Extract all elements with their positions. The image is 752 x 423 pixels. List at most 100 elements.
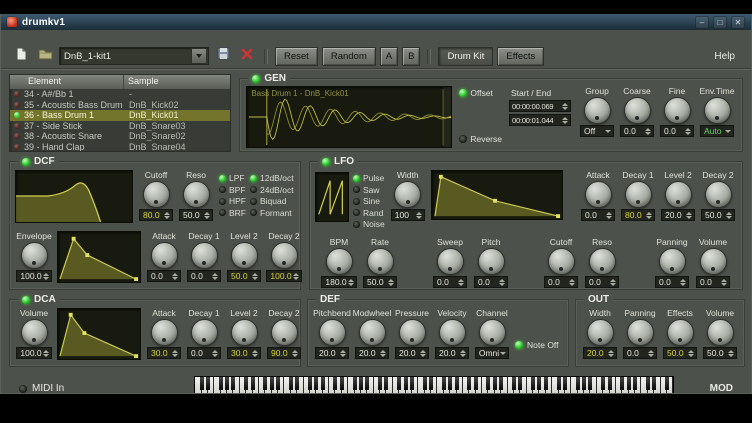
knob-dial[interactable] [394, 181, 421, 208]
radio-24db-oct[interactable]: 24dB/oct [250, 185, 294, 195]
value-spinbox[interactable]: 50.0 [179, 209, 213, 221]
piano-black-key[interactable] [231, 377, 235, 390]
piano-black-key[interactable] [646, 377, 650, 390]
piano-black-key[interactable] [200, 377, 204, 390]
knob-decay-2[interactable]: Decay 250.0 [699, 170, 737, 221]
spin-arrows-icon[interactable] [251, 350, 259, 357]
knob-decay-2[interactable]: Decay 2100.0 [265, 231, 303, 282]
piano-black-key[interactable] [289, 377, 293, 390]
value-spinbox[interactable]: 100.0 [16, 347, 51, 359]
knob-volume[interactable]: Volume100.0 [15, 308, 53, 359]
knob-decay-2[interactable]: Decay 290.0 [265, 308, 303, 359]
compare-b-button[interactable]: B [402, 47, 420, 66]
piano-black-key[interactable] [448, 377, 452, 390]
knob-dial[interactable] [664, 97, 691, 124]
value-spinbox[interactable]: 100 [391, 209, 425, 221]
piano-black-key[interactable] [365, 377, 369, 390]
spin-arrows-icon[interactable] [685, 212, 693, 219]
value-spinbox[interactable]: 90.0 [267, 347, 301, 359]
dropdown-arrow-icon[interactable] [604, 130, 612, 133]
radio-12db-oct[interactable]: 12dB/oct [250, 173, 294, 183]
knob-cutoff[interactable]: Cutoff0.0 [542, 237, 580, 288]
knob-cutoff[interactable]: Cutoff80.0 [137, 170, 175, 221]
knob-effects[interactable]: Effects50.0 [661, 308, 699, 359]
spin-arrows-icon[interactable] [379, 350, 387, 357]
knob-pitchbend[interactable]: Pitchbend20.0 [313, 308, 351, 359]
note-off-checkbox[interactable]: Note Off [515, 340, 559, 350]
radio-saw[interactable]: Saw [353, 185, 385, 195]
knob-dial[interactable] [191, 242, 218, 269]
value-spinbox[interactable]: 0.0 [620, 125, 654, 137]
help-menu[interactable]: Help [708, 49, 741, 64]
knob-velocity[interactable]: Velocity20.0 [433, 308, 471, 359]
knob-dial[interactable] [191, 319, 218, 346]
radio-biquad[interactable]: Biquad [250, 196, 294, 206]
spin-arrows-icon[interactable] [568, 279, 576, 286]
spin-arrows-icon[interactable] [647, 350, 655, 357]
lfo-wave-graph[interactable] [315, 172, 349, 222]
knob-group[interactable]: GroupOff [578, 86, 616, 137]
knob-dial[interactable] [367, 248, 394, 275]
knob-dial[interactable] [183, 181, 210, 208]
knob-dial[interactable] [399, 319, 426, 346]
value-spinbox[interactable]: 30.0 [147, 347, 181, 359]
minimize-button[interactable]: – [695, 16, 709, 29]
knob-attack[interactable]: Attack0.0 [145, 231, 183, 282]
knob-level-2[interactable]: Level 250.0 [225, 231, 263, 282]
offset-start-spinbox[interactable]: 00:00:00.069 [509, 100, 571, 112]
knob-dial[interactable] [589, 248, 616, 275]
knob-decay-1[interactable]: Decay 10.0 [185, 231, 223, 282]
knob-level-2[interactable]: Level 220.0 [659, 170, 697, 221]
spin-arrows-icon[interactable] [609, 279, 617, 286]
knob-panning[interactable]: Panning0.0 [621, 308, 659, 359]
piano-black-key[interactable] [244, 377, 248, 390]
spin-arrows-icon[interactable] [347, 279, 355, 286]
piano-black-key[interactable] [442, 377, 446, 390]
spin-arrows-icon[interactable] [211, 273, 219, 280]
spin-arrows-icon[interactable] [292, 273, 300, 280]
column-element[interactable]: Element [10, 75, 124, 89]
knob-dial[interactable] [21, 319, 48, 346]
knob-dial[interactable] [151, 242, 178, 269]
tab-effects[interactable]: Effects [497, 47, 544, 66]
spin-arrows-icon[interactable] [171, 350, 179, 357]
spin-arrows-icon[interactable] [42, 273, 50, 280]
piano-black-key[interactable] [270, 377, 274, 390]
value-spinbox[interactable]: 0.0 [623, 347, 657, 359]
spin-arrows-icon[interactable] [457, 279, 465, 286]
spin-arrows-icon[interactable] [644, 128, 652, 135]
knob-sweep[interactable]: Sweep0.0 [431, 237, 469, 288]
dcf-filter-graph[interactable] [15, 170, 133, 223]
value-spinbox[interactable]: 0.0 [696, 276, 730, 288]
knob-envelope[interactable]: Envelope100.0 [15, 231, 53, 282]
piano-black-key[interactable] [219, 377, 223, 390]
radio-noise[interactable]: Noise [353, 219, 385, 229]
value-spinbox[interactable]: 0.0 [474, 276, 508, 288]
spin-arrows-icon[interactable] [684, 128, 692, 135]
element-row[interactable]: 39 - Hand ClapDnB_Snare04 [10, 142, 230, 152]
knob-dial[interactable] [21, 242, 48, 269]
piano-black-key[interactable] [340, 377, 344, 390]
knob-dial[interactable] [478, 248, 505, 275]
value-spinbox[interactable]: 50.0 [663, 347, 697, 359]
spin-arrows-icon[interactable] [720, 279, 728, 286]
value-spinbox[interactable]: 20.0 [661, 209, 695, 221]
element-row[interactable]: 35 - Acoustic Bass DrumDnB_Kick02 [10, 100, 230, 111]
piano-black-key[interactable] [314, 377, 318, 390]
value-spinbox[interactable]: 0.0 [187, 270, 221, 282]
piano-black-key[interactable] [359, 377, 363, 390]
element-row[interactable]: 34 - A#/Bb 1- [10, 89, 230, 100]
value-spinbox[interactable]: 0.0 [660, 125, 694, 137]
random-button[interactable]: Random [322, 47, 376, 66]
knob-attack[interactable]: Attack0.0 [579, 170, 617, 221]
spin-arrows-icon[interactable] [679, 279, 687, 286]
value-spinbox[interactable]: 20.0 [355, 347, 389, 359]
knob-dial[interactable] [271, 242, 298, 269]
piano-black-key[interactable] [531, 377, 535, 390]
spin-arrows-icon[interactable] [561, 103, 569, 110]
spin-arrows-icon[interactable] [687, 350, 695, 357]
spin-arrows-icon[interactable] [42, 350, 50, 357]
piano-black-key[interactable] [251, 377, 255, 390]
piano-black-key[interactable] [665, 377, 669, 390]
radio-formant[interactable]: Formant [250, 208, 294, 218]
